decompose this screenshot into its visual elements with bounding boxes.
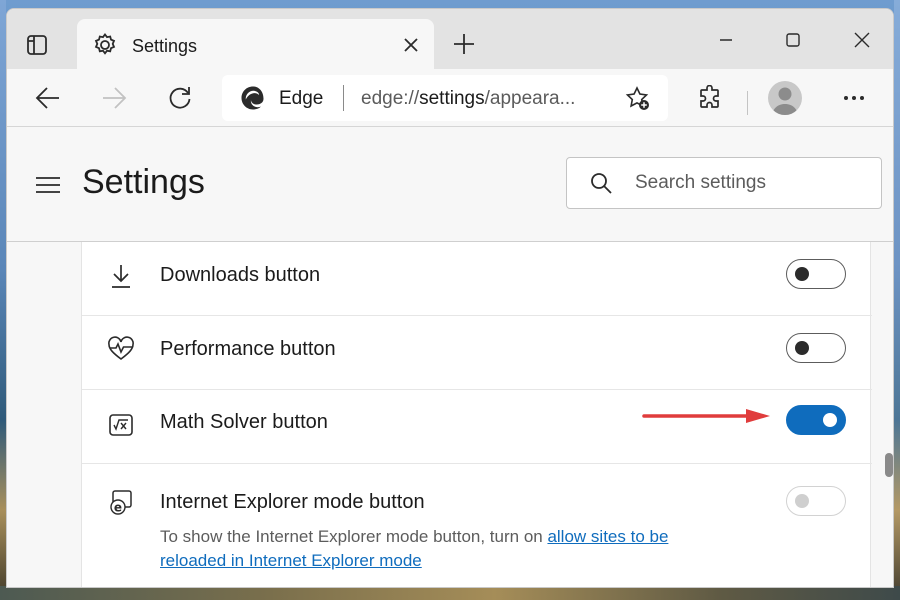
- downloads-button-toggle[interactable]: [786, 259, 846, 289]
- menu-button[interactable]: [35, 175, 61, 195]
- search-placeholder: Search settings: [635, 172, 766, 193]
- address-separator: [343, 85, 344, 111]
- back-button[interactable]: [33, 83, 63, 113]
- allow-ie-reload-link[interactable]: allow sites to be: [547, 527, 668, 546]
- arrow-right-icon: [103, 87, 127, 109]
- desktop-wallpaper-bottom: [0, 586, 900, 600]
- settings-row-math-solver: Math Solver button: [82, 390, 872, 464]
- plus-icon: [454, 34, 474, 54]
- settings-page: Settings Search settings Downloads butto…: [7, 127, 893, 587]
- toolbar-buttons-card: Downloads button Performance button Math…: [81, 242, 872, 587]
- tab-settings[interactable]: Settings: [77, 19, 434, 73]
- minimize-button[interactable]: [713, 27, 739, 53]
- minimize-icon: [720, 39, 732, 41]
- row-label: Math Solver button: [160, 411, 328, 433]
- annotation-arrow-icon: [642, 409, 770, 423]
- ellipsis-icon: [844, 96, 864, 100]
- row-label: Internet Explorer mode button: [160, 491, 425, 513]
- user-icon: [772, 87, 798, 115]
- svg-text:e: e: [114, 501, 122, 515]
- vertical-tabs-icon: [27, 35, 47, 55]
- math-solver-icon: [106, 410, 136, 440]
- puzzle-icon: [700, 85, 719, 108]
- page-title: Settings: [82, 163, 205, 201]
- star-add-icon: [625, 86, 649, 110]
- toggle-knob: [795, 341, 809, 355]
- browser-window: Settings Edge edge://settings/appeara...…: [6, 8, 894, 588]
- refresh-button[interactable]: [165, 83, 195, 113]
- toggle-knob: [823, 413, 837, 427]
- desktop-wallpaper-right: [894, 0, 900, 600]
- more-options-button[interactable]: [839, 83, 869, 113]
- close-window-button[interactable]: [849, 27, 875, 53]
- maximize-icon: [786, 33, 800, 47]
- tab-title: Settings: [132, 36, 198, 56]
- toggle-knob: [795, 494, 809, 508]
- tab-strip: Settings: [7, 9, 893, 73]
- ie-mode-button-toggle[interactable]: [786, 486, 846, 516]
- maximize-button[interactable]: [780, 27, 806, 53]
- gear-icon: [91, 31, 119, 59]
- search-settings-input[interactable]: Search settings: [566, 157, 882, 209]
- settings-row-downloads: Downloads button: [82, 242, 872, 316]
- add-favorite-button[interactable]: [624, 85, 652, 113]
- ie-mode-icon: e: [106, 488, 136, 518]
- performance-button-toggle[interactable]: [786, 333, 846, 363]
- heart-pulse-icon: [106, 334, 136, 364]
- arrow-left-icon: [35, 87, 59, 109]
- row-description: To show the Internet Explorer mode butto…: [160, 527, 669, 570]
- navigation-toolbar: Edge edge://settings/appeara...: [7, 69, 893, 127]
- row-label: Downloads button: [160, 264, 321, 286]
- search-icon: [591, 173, 612, 194]
- settings-row-performance: Performance button: [82, 316, 872, 390]
- scrollbar-thumb[interactable]: [885, 453, 893, 477]
- profile-avatar[interactable]: [768, 81, 802, 115]
- tab-actions-button[interactable]: [25, 33, 49, 57]
- row-label: Performance button: [160, 338, 336, 360]
- extensions-button[interactable]: [695, 83, 725, 113]
- close-icon: [404, 38, 418, 52]
- allow-ie-reload-link[interactable]: reloaded in Internet Explorer mode: [160, 551, 422, 570]
- toolbar-divider: [747, 91, 748, 115]
- new-tab-button[interactable]: [451, 31, 477, 57]
- close-tab-button[interactable]: [399, 33, 423, 57]
- hamburger-menu-icon: [36, 177, 60, 193]
- edge-logo-icon: [241, 86, 264, 110]
- close-icon: [854, 32, 870, 48]
- refresh-icon: [169, 87, 191, 109]
- address-site-name: Edge: [279, 88, 324, 109]
- math-solver-button-toggle[interactable]: [786, 405, 846, 435]
- settings-row-ie-mode: e Internet Explorer mode button To show …: [82, 464, 872, 587]
- address-bar[interactable]: Edge edge://settings/appeara...: [222, 75, 668, 121]
- address-url: edge://settings/appeara...: [361, 88, 576, 109]
- forward-button[interactable]: [99, 83, 129, 113]
- toggle-knob: [795, 267, 809, 281]
- download-icon: [106, 261, 136, 291]
